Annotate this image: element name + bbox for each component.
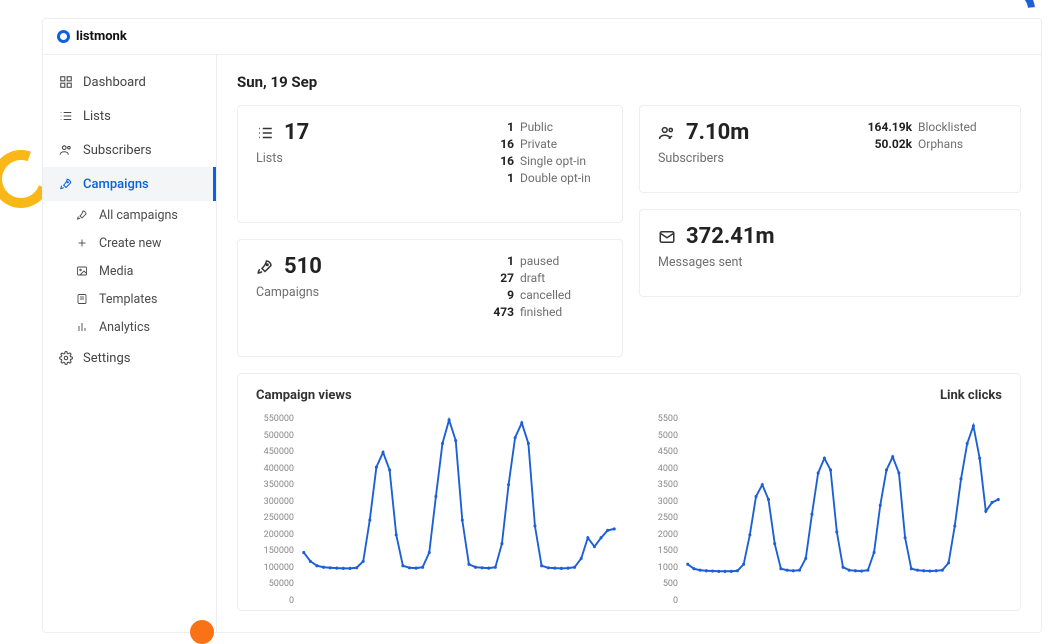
breakdown-label: Public <box>520 120 553 134</box>
page-title: Sun, 19 Sep <box>237 73 1021 91</box>
sidebar-item-label: Settings <box>83 351 130 366</box>
sidebar-subitem-media[interactable]: Media <box>43 257 216 285</box>
breakdown-value: 16 <box>464 137 514 151</box>
breakdown-label: Double opt-in <box>520 171 591 185</box>
sidebar-item-settings[interactable]: Settings <box>43 341 216 375</box>
chart-plot <box>300 413 618 583</box>
sidebar-subitem-label: Create new <box>99 236 161 251</box>
breakdown-label: Blocklisted <box>918 120 977 134</box>
breakdown-value: 1 <box>464 171 514 185</box>
subscribers-breakdown: 164.19k Blocklisted 50.02k Orphans <box>862 120 1002 178</box>
breakdown-row: 1 Double opt-in <box>464 171 604 185</box>
campaigns-label: Campaigns <box>256 285 322 300</box>
breakdown-value: 1 <box>464 120 514 134</box>
sidebar-subitem-create-new[interactable]: Create new <box>43 229 216 257</box>
gear-icon <box>59 351 73 365</box>
breakdown-label: cancelled <box>520 288 571 302</box>
chart-title-clicks: Link clicks <box>940 388 1002 403</box>
card-messages-sent: 372.41m Messages sent <box>639 209 1021 297</box>
sidebar-subitem-label: Media <box>99 264 133 279</box>
sidebar-subitem-templates[interactable]: Templates <box>43 285 216 313</box>
sidebar-item-subscribers[interactable]: Subscribers <box>43 133 216 167</box>
sidebar-item-campaigns[interactable]: Campaigns <box>43 167 216 201</box>
logo-text: listmonk <box>76 29 127 44</box>
chart-campaign-views: 0500001000001500002000002500003000003500… <box>256 413 618 610</box>
campaigns-breakdown: 1 paused 27 draft 9 cancelled 473 finished <box>464 254 604 342</box>
breakdown-row: 473 finished <box>464 305 604 319</box>
chart-yaxis: 0500100015002000250030003500400045005000… <box>640 413 684 610</box>
sidebar-subitem-label: Analytics <box>99 320 150 335</box>
lists-label: Lists <box>256 151 309 166</box>
chart-plot <box>684 413 1002 583</box>
messages-count: 372.41m <box>686 224 775 249</box>
sidebar-item-label: Campaigns <box>83 177 149 192</box>
sidebar-item-label: Dashboard <box>83 75 146 90</box>
breakdown-value: 9 <box>464 288 514 302</box>
breakdown-row: 1 paused <box>464 254 604 268</box>
breakdown-row: 1 Public <box>464 120 604 134</box>
sidebar-subitem-label: Templates <box>99 292 157 307</box>
envelope-icon <box>658 228 676 246</box>
chart-icon <box>75 320 89 334</box>
decorative-dot-orange <box>190 620 214 644</box>
breakdown-label: paused <box>520 254 559 268</box>
chart-yaxis: 0500001000001500002000002500003000003500… <box>256 413 300 610</box>
plus-icon <box>75 236 89 250</box>
sidebar-item-dashboard[interactable]: Dashboard <box>43 65 216 99</box>
breakdown-label: Private <box>520 137 557 151</box>
breakdown-label: Single opt-in <box>520 154 586 168</box>
breakdown-row: 16 Private <box>464 137 604 151</box>
breakdown-row: 16 Single opt-in <box>464 154 604 168</box>
breakdown-row: 164.19k Blocklisted <box>862 120 1002 134</box>
app-window: listmonk Dashboard Lists Subscribers <box>42 18 1042 633</box>
breakdown-value: 27 <box>464 271 514 285</box>
breakdown-row: 27 draft <box>464 271 604 285</box>
breakdown-value: 50.02k <box>862 137 912 151</box>
subscribers-count: 7.10m <box>686 120 749 145</box>
breakdown-label: draft <box>520 271 545 285</box>
breakdown-value: 1 <box>464 254 514 268</box>
sidebar-item-label: Lists <box>83 109 111 124</box>
charts-card: Campaign views Link clicks 0500001000001… <box>237 373 1021 611</box>
breakdown-row: 9 cancelled <box>464 288 604 302</box>
lists-count: 17 <box>284 120 309 145</box>
rocket-icon <box>75 208 89 222</box>
sidebar-subitem-label: All campaigns <box>99 208 178 223</box>
sidebar-subitem-all-campaigns[interactable]: All campaigns <box>43 201 216 229</box>
breakdown-label: Orphans <box>918 137 963 151</box>
card-lists: 17 Lists 1 Public 16 Private 16 Single opt-in… <box>237 105 623 223</box>
campaigns-count: 510 <box>284 254 322 279</box>
main-content: Sun, 19 Sep 17 Lists <box>217 55 1041 632</box>
list-icon <box>59 109 73 123</box>
rocket-icon <box>59 177 73 191</box>
card-subscribers: 7.10m Subscribers 164.19k Blocklisted 50.0… <box>639 105 1021 193</box>
sidebar-item-lists[interactable]: Lists <box>43 99 216 133</box>
users-icon <box>59 143 73 157</box>
template-icon <box>75 292 89 306</box>
image-icon <box>75 264 89 278</box>
chart-link-clicks: 0500100015002000250030003500400045005000… <box>640 413 1002 610</box>
users-icon <box>658 124 676 142</box>
logo-icon <box>57 30 70 43</box>
topbar: listmonk <box>43 19 1041 55</box>
dashboard-icon <box>59 75 73 89</box>
rocket-icon <box>256 258 274 276</box>
breakdown-value: 473 <box>464 305 514 319</box>
list-icon <box>256 124 274 142</box>
breakdown-value: 16 <box>464 154 514 168</box>
card-campaigns: 510 Campaigns 1 paused 27 draft 9 cancelled 47… <box>237 239 623 357</box>
messages-label: Messages sent <box>658 255 775 270</box>
breakdown-label: finished <box>520 305 562 319</box>
lists-breakdown: 1 Public 16 Private 16 Single opt-in 1 Double o… <box>464 120 604 208</box>
sidebar-item-label: Subscribers <box>83 143 152 158</box>
sidebar: Dashboard Lists Subscribers Campaigns <box>43 55 217 632</box>
breakdown-value: 164.19k <box>862 120 912 134</box>
subscribers-label: Subscribers <box>658 151 749 166</box>
chart-title-views: Campaign views <box>256 388 352 403</box>
sidebar-subitem-analytics[interactable]: Analytics <box>43 313 216 341</box>
breakdown-row: 50.02k Orphans <box>862 137 1002 151</box>
